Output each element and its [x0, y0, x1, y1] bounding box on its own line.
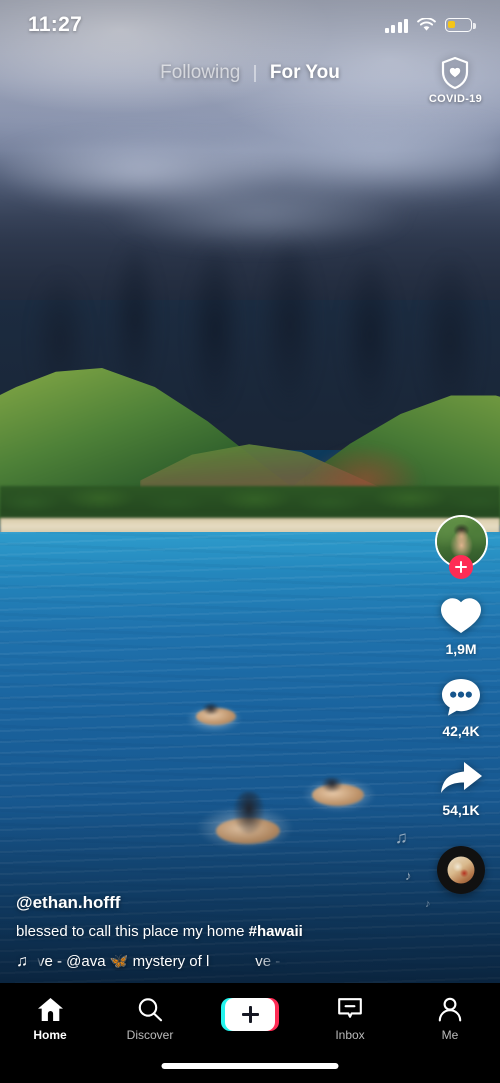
home-indicator[interactable]: [161, 1063, 339, 1069]
swimmer-right-hair: [322, 778, 342, 792]
nav-label-home: Home: [33, 1028, 67, 1042]
nav-label-discover: Discover: [126, 1028, 174, 1042]
search-icon: [138, 998, 163, 1022]
sidebar-item-discover[interactable]: Discover: [105, 997, 195, 1042]
like-button[interactable]: 1,9M: [439, 596, 483, 657]
comment-button[interactable]: 42,4K: [440, 677, 482, 739]
share-count: 54,1K: [442, 802, 480, 818]
swimmer-front-hair: [234, 792, 264, 834]
avatar[interactable]: [434, 515, 488, 579]
music-note-icon: ♫: [16, 952, 28, 970]
follow-button[interactable]: [449, 555, 473, 579]
album-art: [447, 856, 475, 884]
nav-label-me: Me: [441, 1028, 459, 1042]
sidebar-item-home[interactable]: Home: [5, 997, 95, 1042]
tiktok-video-screen: 11:27 Following For You COVID-19 1,9M 42…: [0, 0, 500, 1083]
hashtag-link[interactable]: #hawaii: [249, 923, 303, 940]
person-icon: [438, 997, 462, 1022]
nav-label-inbox: Inbox: [335, 1028, 365, 1042]
tab-following[interactable]: Following: [146, 62, 254, 84]
heart-icon: [441, 598, 481, 633]
music-title-repeat: ve - @ava 🦋 mystery of l: [255, 953, 286, 970]
vinyl-record-icon: [437, 846, 485, 894]
inbox-icon: [338, 998, 362, 1018]
wifi-icon: [417, 18, 436, 31]
like-count: 1,9M: [445, 641, 477, 657]
description-text: blessed to call this place my home: [16, 922, 249, 940]
mist-layer: [0, 120, 500, 260]
status-bar-icons: [384, 18, 476, 33]
music-ticker-text: ve - @ava 🦋 mystery of l ve - @ava 🦋 myst…: [37, 952, 286, 970]
comment-count: 42,4K: [442, 723, 480, 739]
create-plus-icon: [221, 998, 279, 1031]
video-caption-block: @ethan.hofff blessed to call this place …: [16, 893, 416, 972]
author-handle[interactable]: @ethan.hofff: [16, 893, 416, 913]
share-button[interactable]: 54,1K: [439, 759, 483, 818]
comment-bubble-icon: [442, 679, 480, 716]
status-bar: 11:27: [0, 0, 500, 50]
music-info-row[interactable]: ♫ ve - @ava 🦋 mystery of lve - @ava 🦋 my…: [16, 952, 286, 971]
music-title: ve - @ava 🦋 mystery of l: [37, 953, 210, 970]
share-arrow-icon: [441, 762, 482, 793]
sidebar-item-me[interactable]: Me: [405, 997, 495, 1042]
battery-low-icon: [445, 18, 476, 32]
swimmer-back-hair: [203, 704, 219, 715]
sidebar-item-inbox[interactable]: Inbox: [305, 997, 395, 1042]
feed-tab-bar: Following For You: [0, 62, 500, 84]
covid-label: COVID-19: [428, 93, 482, 105]
music-disc-button[interactable]: ♫ ♪ ♪: [395, 828, 485, 910]
create-video-button[interactable]: [205, 997, 295, 1055]
cellular-signal-icon: [384, 18, 408, 33]
video-description: blessed to call this place my home #hawa…: [16, 922, 416, 942]
status-bar-clock: 11:27: [28, 13, 83, 36]
home-icon: [37, 998, 63, 1021]
action-rail: 1,9M 42,4K 54,1K ♫ ♪ ♪: [395, 515, 500, 910]
tab-for-you[interactable]: For You: [256, 62, 354, 84]
covid-info-button[interactable]: COVID-19: [429, 56, 482, 105]
music-ticker: ve - @ava 🦋 mystery of l ve - @ava 🦋 myst…: [37, 952, 286, 971]
shield-heart-icon: [442, 56, 469, 90]
